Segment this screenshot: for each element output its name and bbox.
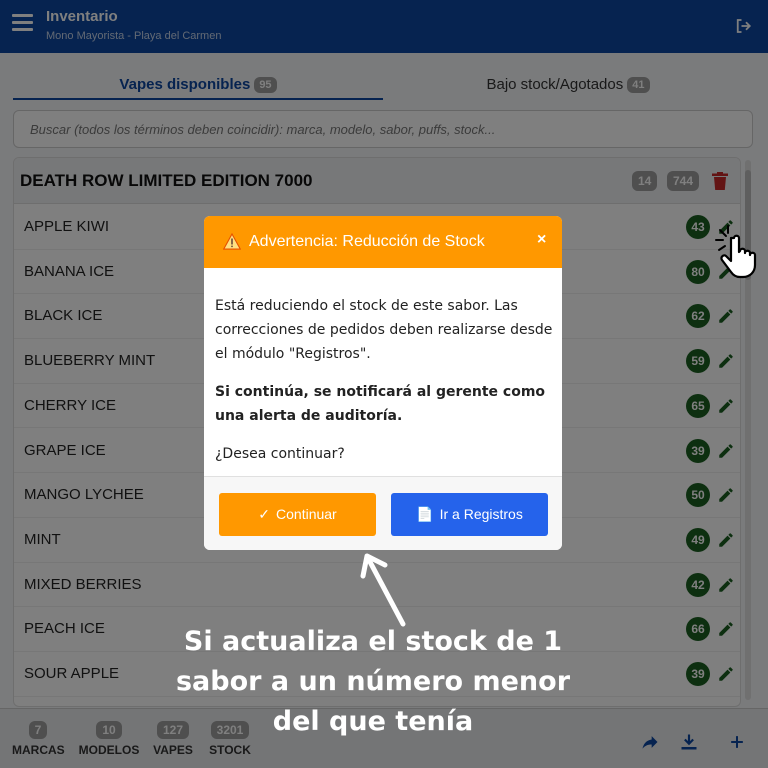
- registros-label: Ir a Registros: [439, 506, 523, 522]
- tutorial-caption: Si actualiza el stock de 1 sabor a un nú…: [175, 626, 571, 737]
- check-icon: ✓: [258, 506, 271, 522]
- modal-footer: ✓ Continuar 📄 Ir a Registros: [204, 476, 562, 550]
- close-icon[interactable]: ×: [537, 231, 546, 249]
- warning-modal: Advertencia: Reducción de Stock × Está r…: [204, 216, 562, 550]
- modal-question: ¿Desea continuar?: [215, 446, 345, 462]
- modal-body: Está reduciendo el stock de este sabor. …: [215, 294, 555, 480]
- pointer-arrow: [360, 553, 406, 627]
- go-to-registros-button[interactable]: 📄 Ir a Registros: [391, 493, 548, 536]
- warning-icon: [223, 233, 241, 250]
- modal-header: Advertencia: Reducción de Stock ×: [204, 216, 562, 268]
- document-icon: 📄: [416, 506, 434, 522]
- continue-label: Continuar: [276, 506, 337, 522]
- modal-title: Advertencia: Reducción de Stock: [249, 233, 485, 250]
- pointing-hand-icon: [715, 225, 757, 279]
- modal-message: Está reduciendo el stock de este sabor. …: [215, 298, 553, 362]
- continue-button[interactable]: ✓ Continuar: [219, 493, 376, 536]
- modal-audit-warning: Si continúa, se notificará al gerente co…: [215, 384, 546, 424]
